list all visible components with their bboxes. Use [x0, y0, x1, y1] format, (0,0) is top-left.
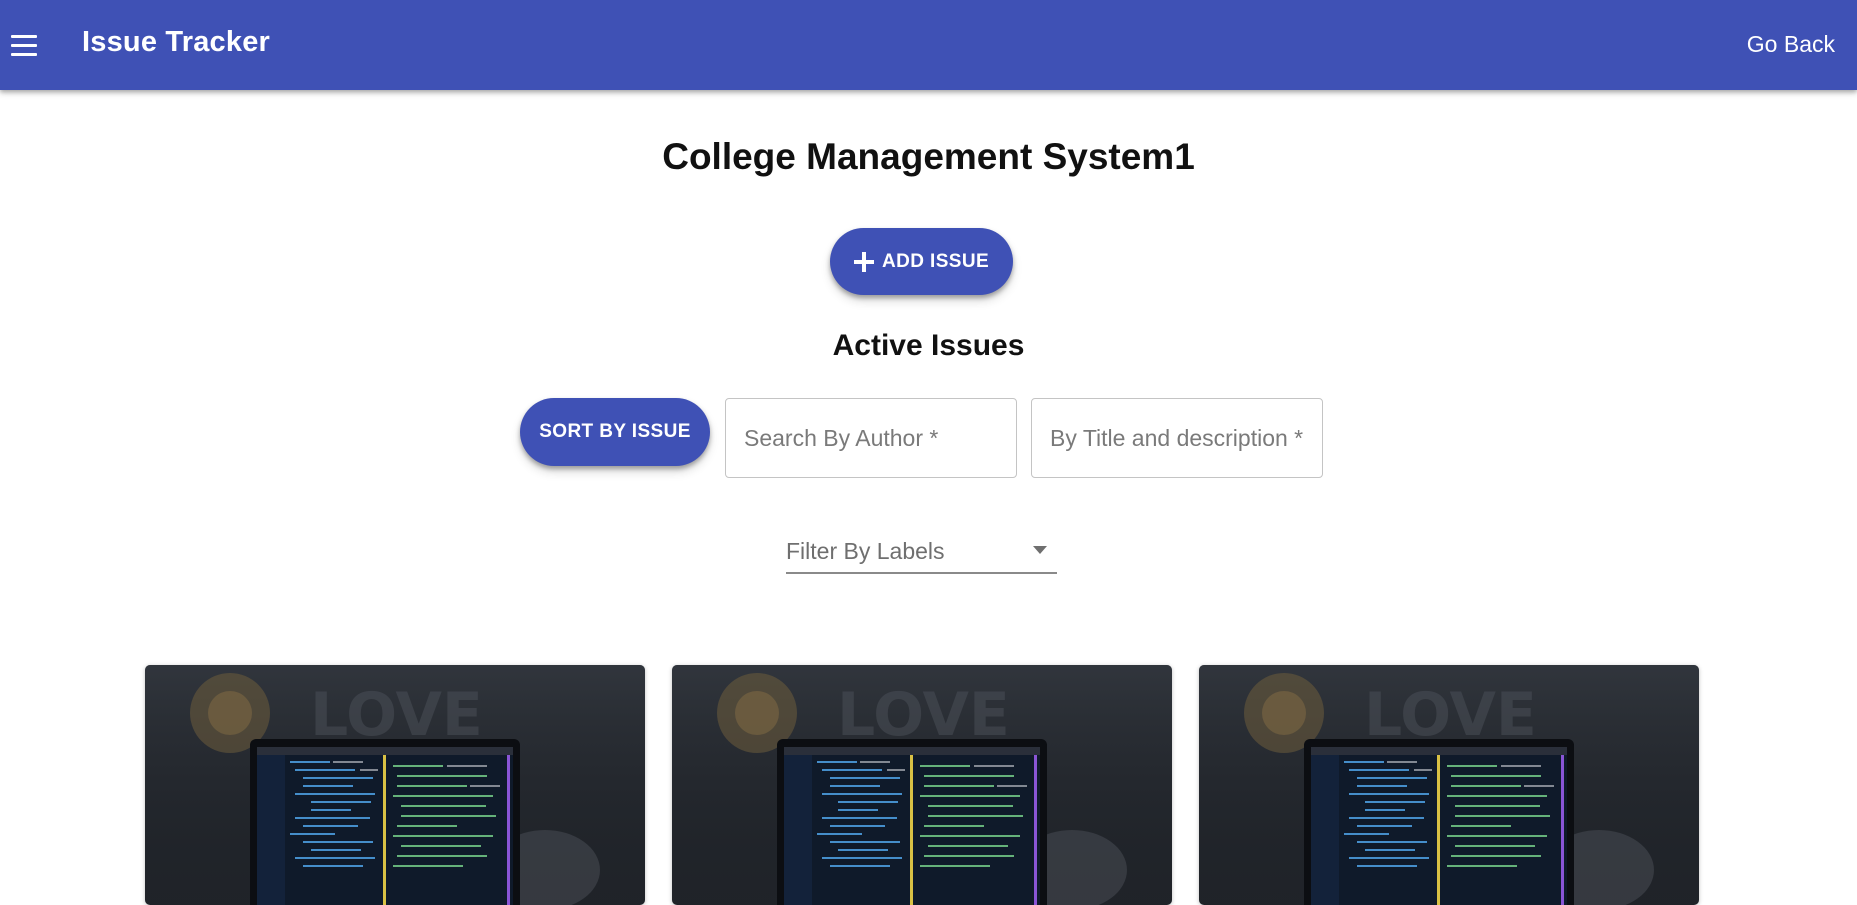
- laptop-code-photo: [672, 665, 1172, 905]
- go-back-button[interactable]: Go Back: [1747, 31, 1835, 58]
- issue-card[interactable]: [145, 665, 645, 905]
- app-bar: Issue Tracker Go Back: [0, 0, 1857, 90]
- plus-icon: [853, 251, 874, 272]
- dropdown-caret-icon: [1033, 546, 1047, 554]
- hamburger-menu-icon[interactable]: [6, 23, 42, 67]
- issue-card[interactable]: [672, 665, 1172, 905]
- filter-by-labels-select[interactable]: Filter By Labels: [786, 532, 1057, 574]
- app-title: Issue Tracker: [82, 26, 271, 58]
- search-title-description-field[interactable]: [1031, 398, 1323, 478]
- search-author-field[interactable]: [725, 398, 1017, 478]
- issue-card[interactable]: [1199, 665, 1699, 905]
- search-title-description-input[interactable]: [1032, 399, 1322, 477]
- active-issues-heading: Active Issues: [832, 329, 1025, 362]
- filter-by-labels-label: Filter By Labels: [786, 538, 945, 564]
- add-issue-label: ADD ISSUE: [881, 250, 990, 272]
- laptop-code-photo: [1199, 665, 1699, 905]
- add-issue-button[interactable]: ADD ISSUE: [830, 228, 1013, 295]
- page-title: College Management System1: [662, 136, 1195, 177]
- sort-by-issue-button[interactable]: SORT BY ISSUE: [520, 398, 710, 466]
- search-author-input[interactable]: [726, 399, 1016, 477]
- laptop-code-photo: [145, 665, 645, 905]
